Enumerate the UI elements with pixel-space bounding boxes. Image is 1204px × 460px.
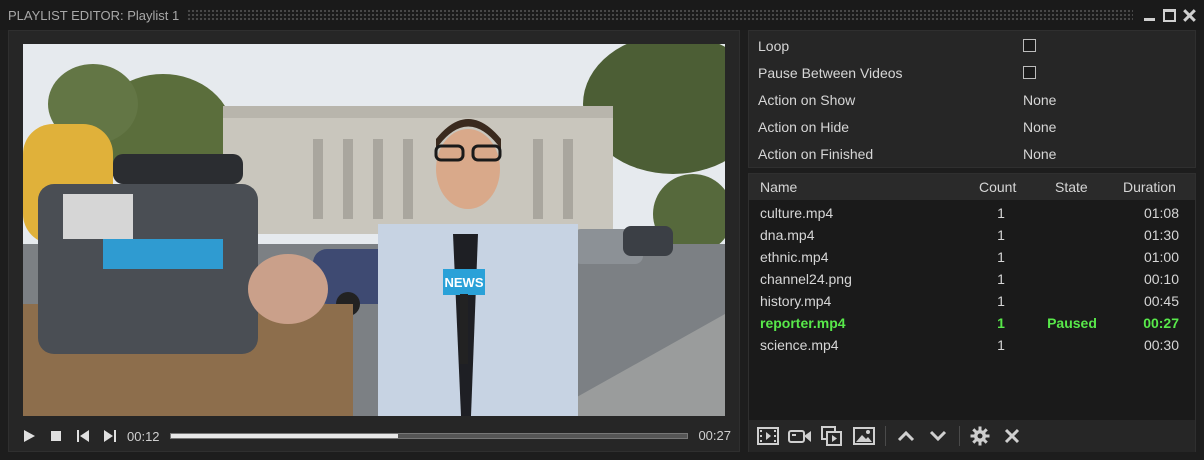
item-state: Paused (1047, 315, 1097, 331)
item-count: 1 (997, 249, 1005, 265)
play-icon[interactable] (19, 426, 39, 446)
add-camera-icon[interactable] (787, 423, 813, 449)
toolbar-divider (885, 426, 886, 446)
item-name: culture.mp4 (760, 205, 834, 221)
stop-icon[interactable] (46, 426, 66, 446)
item-count: 1 (997, 293, 1005, 309)
item-count: 1 (997, 205, 1005, 221)
action-on-finished-value[interactable]: None (1023, 146, 1056, 162)
close-icon[interactable] (1183, 9, 1196, 22)
item-count: 1 (997, 227, 1005, 243)
settings-icon[interactable] (967, 423, 993, 449)
column-state-header[interactable]: State (1055, 179, 1088, 195)
list-item[interactable]: culture.mp4 1 01:08 (749, 202, 1195, 224)
column-duration-header[interactable]: Duration (1123, 179, 1176, 195)
title-bar: PLAYLIST EDITOR: Playlist 1 (0, 0, 1204, 30)
pause-between-row: Pause Between Videos (749, 59, 1197, 86)
maximize-icon[interactable] (1163, 8, 1176, 22)
action-on-hide-value[interactable]: None (1023, 119, 1056, 135)
list-item[interactable]: science.mp4 1 00:30 (749, 334, 1195, 356)
list-item-active[interactable]: reporter.mp4 1 Paused 00:27 (749, 312, 1195, 334)
item-duration: 00:30 (1143, 337, 1179, 353)
add-clip-icon[interactable] (819, 423, 845, 449)
window-title: PLAYLIST EDITOR: Playlist 1 (8, 7, 180, 23)
move-down-icon[interactable] (925, 423, 951, 449)
item-name: history.mp4 (760, 293, 832, 309)
action-on-finished-row: Action on Finished None (749, 140, 1197, 167)
item-count: 1 (997, 271, 1005, 287)
playlist-toolbar (749, 420, 1195, 452)
loop-row: Loop (749, 32, 1197, 59)
action-on-finished-label: Action on Finished (758, 145, 874, 162)
item-duration: 00:10 (1143, 271, 1179, 287)
action-on-hide-row: Action on Hide None (749, 113, 1197, 140)
seek-bar-fill (170, 434, 398, 438)
skip-next-icon[interactable] (100, 426, 120, 446)
mic-flag-label: NEWS (445, 275, 484, 290)
add-video-icon[interactable] (755, 423, 781, 449)
playlist-items: culture.mp4 1 01:08 dna.mp4 1 01:30 ethn… (749, 202, 1195, 356)
seek-bar[interactable] (169, 433, 688, 439)
video-preview[interactable]: NEWS (23, 44, 725, 416)
video-frame-image: NEWS (23, 44, 725, 416)
item-duration: 01:30 (1143, 227, 1179, 243)
column-name-header[interactable]: Name (760, 179, 797, 195)
add-image-icon[interactable] (851, 423, 877, 449)
player-controls: 00:12 00:27 (9, 421, 739, 451)
item-name: channel24.png (760, 271, 852, 287)
item-name: dna.mp4 (760, 227, 815, 243)
item-duration: 01:08 (1143, 205, 1179, 221)
playlist-properties: Loop Pause Between Videos Action on Show… (748, 30, 1196, 168)
list-item[interactable]: history.mp4 1 00:45 (749, 290, 1195, 312)
item-count: 1 (997, 337, 1005, 353)
item-count: 1 (997, 315, 1005, 331)
minimize-icon[interactable] (1143, 9, 1156, 22)
remove-icon[interactable] (999, 423, 1025, 449)
video-player-panel: NEWS 00:12 00:27 (8, 30, 740, 452)
action-on-show-row: Action on Show None (749, 86, 1197, 113)
end-time: 00:27 (698, 428, 731, 443)
item-name: reporter.mp4 (760, 315, 846, 331)
list-item[interactable]: ethnic.mp4 1 01:00 (749, 246, 1195, 268)
item-duration: 01:00 (1143, 249, 1179, 265)
title-drag-grip[interactable] (187, 9, 1133, 21)
window-buttons (1143, 8, 1204, 22)
playlist-list-panel: Name Count State Duration culture.mp4 1 … (748, 173, 1196, 452)
skip-previous-icon[interactable] (73, 426, 93, 446)
toolbar-divider (959, 426, 960, 446)
list-item[interactable]: channel24.png 1 00:10 (749, 268, 1195, 290)
item-duration: 00:27 (1143, 315, 1179, 331)
item-name: ethnic.mp4 (760, 249, 829, 265)
pause-between-checkbox[interactable] (1023, 66, 1036, 79)
action-on-hide-label: Action on Hide (758, 118, 850, 135)
loop-checkbox[interactable] (1023, 39, 1036, 52)
loop-label: Loop (758, 37, 790, 54)
item-duration: 00:45 (1143, 293, 1179, 309)
action-on-show-label: Action on Show (758, 91, 856, 108)
action-on-show-value[interactable]: None (1023, 92, 1056, 108)
move-up-icon[interactable] (893, 423, 919, 449)
pause-between-label: Pause Between Videos (758, 64, 903, 81)
column-count-header[interactable]: Count (979, 179, 1016, 195)
list-header: Name Count State Duration (749, 174, 1195, 200)
current-time: 00:12 (127, 428, 160, 444)
item-name: science.mp4 (760, 337, 839, 353)
list-item[interactable]: dna.mp4 1 01:30 (749, 224, 1195, 246)
